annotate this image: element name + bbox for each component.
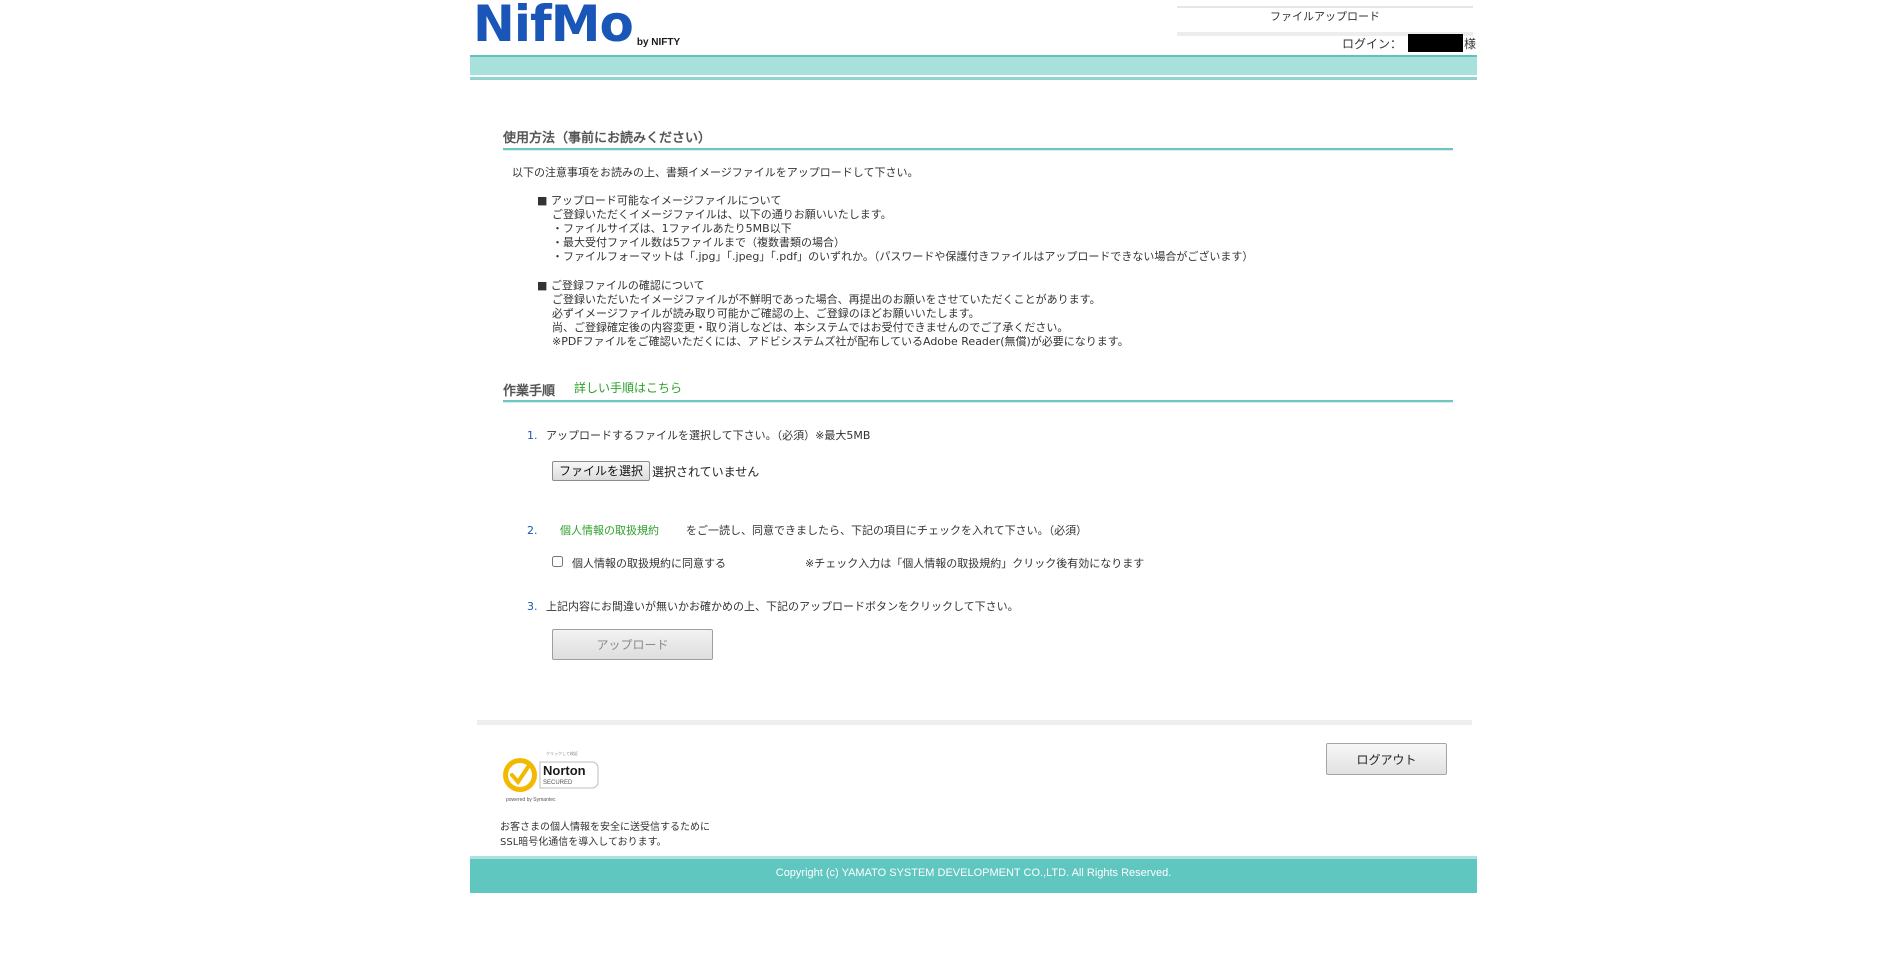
step-2-number: 2. xyxy=(527,524,538,537)
notes-line: 必ずイメージファイルが読み取り可能かご確認の上、ご登録のほどお願いいたします。 xyxy=(552,307,980,320)
login-label: ログイン： xyxy=(1341,36,1402,51)
logo-byline: by NIFTY xyxy=(636,37,681,48)
site-header: NifMo by NIFTY ファイルアップロード ログイン： 様 xyxy=(470,0,1477,80)
notes-heading: ■ ご登録ファイルの確認について xyxy=(537,279,705,292)
detailed-steps-link[interactable]: 詳しい手順はこちら xyxy=(574,381,682,395)
logout-button[interactable]: ログアウト xyxy=(1326,743,1447,775)
step-1-number: 1. xyxy=(527,429,538,442)
header-teal-line xyxy=(470,77,1477,80)
procedure-section-title: 作業手順 xyxy=(503,384,556,399)
ssl-notice-line: SSL暗号化通信を導入しております。 xyxy=(500,837,667,848)
file-status-text: 選択されていません xyxy=(652,465,760,479)
logo-wordmark: NifMo xyxy=(473,0,634,53)
notes-line: ・最大受付ファイル数は5ファイルまで（複数書類の場合） xyxy=(552,236,845,249)
page-frame: NifMo by NIFTY ファイルアップロード ログイン： 様 使用方法（事… xyxy=(470,0,1477,893)
norton-brand-text: Norton xyxy=(543,763,586,778)
usage-section-title: 使用方法（事前にお読みください） xyxy=(503,131,712,146)
page-title: ファイルアップロード xyxy=(1270,10,1380,23)
step-3-text: 上記内容にお間違いが無いかお確かめの上、下記のアップロードボタンをクリックして下… xyxy=(546,600,1019,613)
page-label-box: ファイルアップロード xyxy=(1177,6,1473,36)
norton-secured-text: SECURED xyxy=(543,780,573,786)
ssl-notice-line: お客さまの個人情報を安全に送受信するために xyxy=(500,822,710,833)
privacy-agree-checkbox[interactable] xyxy=(552,556,563,567)
usage-intro: 以下の注意事項をお読みの上、書類イメージファイルをアップロードして下さい。 xyxy=(512,166,919,179)
notes-heading: ■ アップロード可能なイメージファイルについて xyxy=(537,194,782,207)
step-1-text: アップロードするファイルを選択して下さい。（必須）※最大5MB xyxy=(546,429,871,442)
login-info: ログイン： 様 xyxy=(1342,34,1476,52)
notes-line: ご登録いただいたイメージファイルが不鮮明であった場合、再提出のお願いをさせていた… xyxy=(552,293,1101,306)
upload-button[interactable]: アップロード xyxy=(552,629,713,660)
privacy-policy-link[interactable]: 個人情報の取扱規約 xyxy=(560,524,659,538)
notes-line: ・ファイルフォーマットは「.jpg」「.jpeg」「.pdf」のいずれか。（パス… xyxy=(552,250,1254,263)
norton-powered-text: powered by Symantec xyxy=(506,797,556,803)
usage-section-rule xyxy=(503,148,1453,151)
checkbox-note: ※チェック入力は「個人情報の取扱規約」クリック後有効になります xyxy=(805,557,1145,570)
norton-secured-seal[interactable]: クリックして検証 Norton SECURED powered by Syman… xyxy=(500,748,600,806)
notes-line: ※PDFファイルをご確認いただくには、アドビシステムズ社が配布しているAdobe… xyxy=(552,335,1129,348)
notes-line: ご登録いただくイメージファイルは、以下の通りお願いいたします。 xyxy=(552,208,892,221)
copyright-text: Copyright (c) YAMATO SYSTEM DEVELOPMENT … xyxy=(775,867,1172,879)
footer-divider xyxy=(477,720,1472,725)
procedure-section-rule xyxy=(503,400,1453,403)
ssl-notice: お客さまの個人情報を安全に送受信するために SSL暗号化通信を導入しております。 xyxy=(500,820,710,850)
step-2-text: をご一読し、同意できましたら、下記の項目にチェックを入れて下さい。（必須） xyxy=(686,524,1088,537)
notes-line: 尚、ご登録確定後の内容変更・取り消しなどは、本システムではお受付できませんのでご… xyxy=(552,321,1069,334)
login-honorific: 様 xyxy=(1463,36,1476,51)
notes-line: ・ファイルサイズは、1ファイルあたり5MB以下 xyxy=(552,222,792,235)
header-teal-band xyxy=(470,55,1477,75)
login-name-redacted xyxy=(1407,34,1463,52)
norton-verify-text: クリックして検証 xyxy=(546,750,578,756)
privacy-agree-label[interactable]: 個人情報の取扱規約に同意する xyxy=(572,557,726,571)
choose-file-button[interactable]: ファイルを選択 xyxy=(552,461,651,481)
step-3-number: 3. xyxy=(527,600,538,613)
copyright-bar: Copyright (c) YAMATO SYSTEM DEVELOPMENT … xyxy=(470,856,1477,893)
nifmo-logo[interactable]: NifMo by NIFTY xyxy=(473,0,680,54)
